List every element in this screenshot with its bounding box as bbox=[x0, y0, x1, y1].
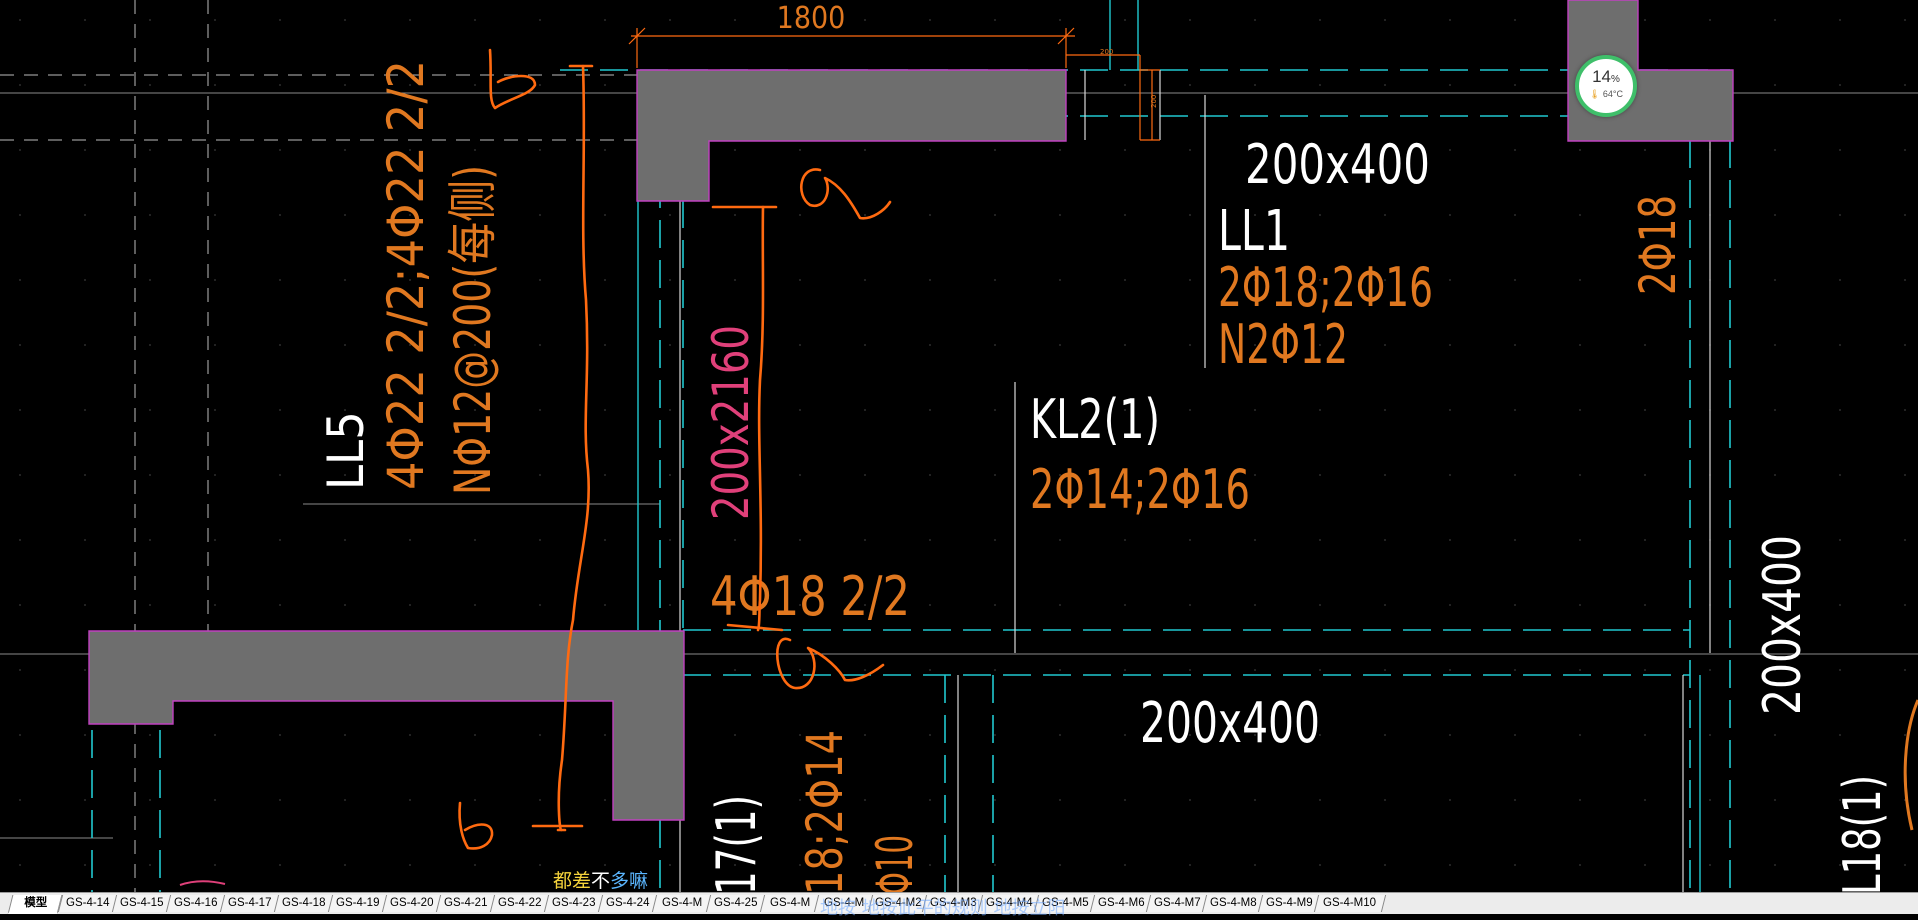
layout-tab[interactable]: 模型 bbox=[7, 895, 63, 914]
label-l18: L18(1) bbox=[1833, 775, 1893, 892]
label-kl2: KL2(1) bbox=[1030, 388, 1160, 451]
label-wall-size: 200x2160 bbox=[702, 325, 760, 520]
label-ll5: LL5 bbox=[317, 411, 375, 490]
label-beam-right-vertical: 200x400 bbox=[1753, 535, 1813, 715]
layout-tab-label: GS-4-15 bbox=[120, 897, 164, 909]
label-ll1: LL1 bbox=[1218, 199, 1290, 264]
layout-tab-label: GS-4-23 bbox=[552, 897, 596, 909]
layout-tab[interactable]: GS-4-M7 bbox=[1145, 895, 1209, 912]
layout-tab[interactable]: GS-4-20 bbox=[381, 895, 443, 912]
layout-tab-label: GS-4-24 bbox=[606, 897, 650, 909]
cad-drawing[interactable]: 1800 200 200 LL5 4Φ22 2/2;4Φ22 2/2 NΦ12@… bbox=[0, 0, 1918, 892]
layout-tab[interactable]: GS-4-17 bbox=[219, 895, 281, 912]
layout-tab[interactable]: GS-4-19 bbox=[327, 895, 389, 912]
layout-tab-label: GS-4-18 bbox=[282, 897, 326, 909]
label-ll5-reinforcement: 4Φ22 2/2;4Φ22 2/2 bbox=[377, 60, 435, 490]
layout-tab-label: GS-4-16 bbox=[174, 897, 218, 909]
cpu-percent: 14% bbox=[1592, 67, 1620, 86]
layout-tab-label: GS-4-22 bbox=[498, 897, 542, 909]
small-dimension-1: 200 bbox=[1100, 48, 1113, 56]
label-ll5-stirrup: NΦ12@200(每侧) bbox=[444, 165, 502, 495]
label-ll1-n: N2Φ12 bbox=[1218, 313, 1348, 376]
label-beam-lower-size: 200x400 bbox=[1140, 691, 1320, 756]
layout-tab-label: GS-4-M10 bbox=[1323, 897, 1377, 909]
layout-tab[interactable]: GS-4-M8 bbox=[1201, 895, 1265, 912]
layout-tab[interactable]: GS-4-21 bbox=[435, 895, 497, 912]
layout-tab[interactable]: GS-4-M10 bbox=[1313, 895, 1387, 912]
layout-tab[interactable]: GS-4-16 bbox=[165, 895, 227, 912]
video-caption: 都差不多嘛 bbox=[553, 870, 649, 892]
layout-tab-label: GS-4-M bbox=[661, 897, 703, 909]
label-reinforcement-4-18: 4Φ18 2/2 bbox=[710, 565, 910, 628]
layout-tab[interactable]: GS-4-14 bbox=[57, 895, 119, 912]
layout-tab-label: GS-4-M6 bbox=[1097, 897, 1145, 909]
layout-tab-label: GS-4-21 bbox=[444, 897, 488, 909]
label-ll7: 17(1) bbox=[705, 795, 768, 892]
label-column-right: 2Φ18 bbox=[1629, 195, 1687, 295]
thermometer-icon: 🌡 bbox=[1588, 89, 1601, 99]
layout-tab[interactable]: GS-4-23 bbox=[543, 895, 605, 912]
small-dimension-2: 200 bbox=[1150, 95, 1158, 108]
layout-tab-label: GS-4-25 bbox=[714, 897, 758, 909]
layout-tab[interactable]: GS-4-M bbox=[759, 895, 821, 912]
label-ll1-reinforcement: 2Φ18;2Φ16 bbox=[1218, 256, 1433, 319]
layout-tab-label: GS-4-M7 bbox=[1153, 897, 1201, 909]
layout-tab[interactable]: GS-4-15 bbox=[111, 895, 173, 912]
layout-tab-label: GS-4-19 bbox=[336, 897, 380, 909]
dimension-1800-text: 1800 bbox=[777, 1, 846, 36]
layout-tab[interactable]: GS-4-M6 bbox=[1089, 895, 1153, 912]
layout-tab-label: GS-4-20 bbox=[390, 897, 434, 909]
layout-tab[interactable]: GS-4-M bbox=[651, 895, 713, 912]
layout-tab[interactable]: GS-4-22 bbox=[489, 895, 551, 912]
label-ll7-n: Φ10 bbox=[866, 835, 924, 892]
label-ll7-reinforcement: 18;2Φ14 bbox=[796, 730, 854, 892]
cpu-monitor-widget[interactable]: 14% 🌡 64°C bbox=[1575, 55, 1637, 117]
subtitle-ghost-text: 地按 地按此平的规则 地按立阳 bbox=[820, 898, 1066, 919]
label-ll1-size: 200x400 bbox=[1245, 133, 1430, 196]
layout-tab-label: GS-4-M8 bbox=[1209, 897, 1257, 909]
label-kl2-reinforcement: 2Φ14;2Φ16 bbox=[1030, 458, 1250, 521]
temperature-readout: 🌡 64°C bbox=[1588, 89, 1624, 99]
layout-tab[interactable]: GS-4-25 bbox=[705, 895, 767, 912]
layout-tab[interactable]: GS-4-24 bbox=[597, 895, 659, 912]
layout-tab[interactable]: GS-4-18 bbox=[273, 895, 335, 912]
layout-tab-label: 模型 bbox=[23, 897, 47, 909]
layout-tab-label: GS-4-M bbox=[769, 897, 811, 909]
layout-tab-label: GS-4-M9 bbox=[1265, 897, 1313, 909]
layout-tab-label: GS-4-14 bbox=[66, 897, 110, 909]
layout-tab-label: GS-4-17 bbox=[228, 897, 272, 909]
layout-tab[interactable]: GS-4-M9 bbox=[1257, 895, 1321, 912]
drawing-canvas[interactable]: 1800 200 200 LL5 4Φ22 2/2;4Φ22 2/2 NΦ12@… bbox=[0, 0, 1918, 892]
